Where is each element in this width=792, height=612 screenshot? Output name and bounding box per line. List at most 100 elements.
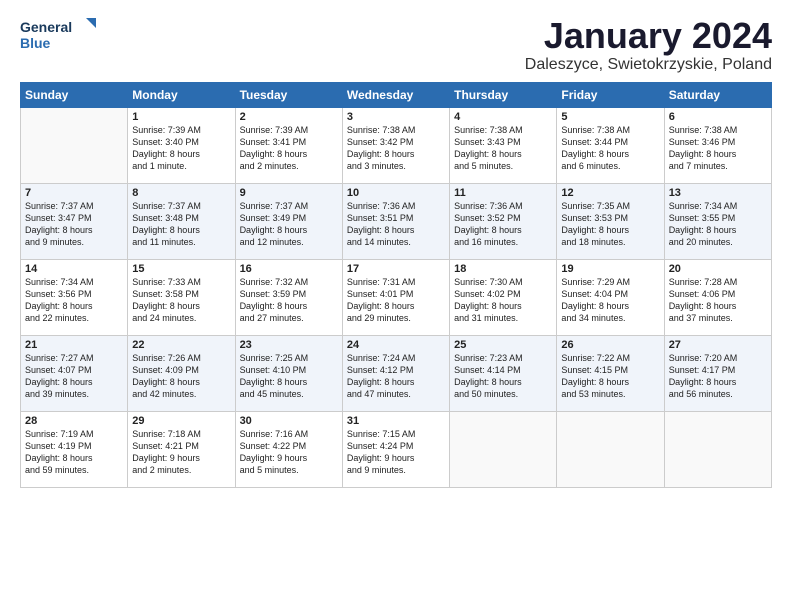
calendar-cell: 13Sunrise: 7:34 AM Sunset: 3:55 PM Dayli… bbox=[664, 183, 771, 259]
calendar-cell: 18Sunrise: 7:30 AM Sunset: 4:02 PM Dayli… bbox=[450, 259, 557, 335]
day-number: 11 bbox=[454, 187, 552, 199]
cell-content: Sunrise: 7:15 AM Sunset: 4:24 PM Dayligh… bbox=[347, 428, 445, 477]
title-area: January 2024 Daleszyce, Swietokrzyskie, … bbox=[525, 16, 772, 74]
cell-content: Sunrise: 7:36 AM Sunset: 3:51 PM Dayligh… bbox=[347, 200, 445, 249]
week-row-4: 21Sunrise: 7:27 AM Sunset: 4:07 PM Dayli… bbox=[21, 335, 772, 411]
calendar-cell: 10Sunrise: 7:36 AM Sunset: 3:51 PM Dayli… bbox=[342, 183, 449, 259]
day-number: 14 bbox=[25, 263, 123, 275]
svg-text:General: General bbox=[20, 19, 72, 35]
day-number: 23 bbox=[240, 339, 338, 351]
week-row-5: 28Sunrise: 7:19 AM Sunset: 4:19 PM Dayli… bbox=[21, 411, 772, 487]
day-number: 3 bbox=[347, 111, 445, 123]
week-row-3: 14Sunrise: 7:34 AM Sunset: 3:56 PM Dayli… bbox=[21, 259, 772, 335]
calendar-cell: 17Sunrise: 7:31 AM Sunset: 4:01 PM Dayli… bbox=[342, 259, 449, 335]
cell-content: Sunrise: 7:35 AM Sunset: 3:53 PM Dayligh… bbox=[561, 200, 659, 249]
day-number: 10 bbox=[347, 187, 445, 199]
cell-content: Sunrise: 7:20 AM Sunset: 4:17 PM Dayligh… bbox=[669, 352, 767, 401]
calendar-cell: 16Sunrise: 7:32 AM Sunset: 3:59 PM Dayli… bbox=[235, 259, 342, 335]
calendar-cell: 11Sunrise: 7:36 AM Sunset: 3:52 PM Dayli… bbox=[450, 183, 557, 259]
cell-content: Sunrise: 7:30 AM Sunset: 4:02 PM Dayligh… bbox=[454, 276, 552, 325]
day-number: 16 bbox=[240, 263, 338, 275]
cell-content: Sunrise: 7:38 AM Sunset: 3:44 PM Dayligh… bbox=[561, 124, 659, 173]
col-tuesday: Tuesday bbox=[235, 82, 342, 107]
header-row: General Blue January 2024 Daleszyce, Swi… bbox=[20, 16, 772, 74]
calendar-cell: 24Sunrise: 7:24 AM Sunset: 4:12 PM Dayli… bbox=[342, 335, 449, 411]
day-number: 6 bbox=[669, 111, 767, 123]
cell-content: Sunrise: 7:34 AM Sunset: 3:56 PM Dayligh… bbox=[25, 276, 123, 325]
day-number: 31 bbox=[347, 415, 445, 427]
calendar-cell bbox=[664, 411, 771, 487]
month-title: January 2024 bbox=[525, 16, 772, 56]
page: General Blue January 2024 Daleszyce, Swi… bbox=[0, 0, 792, 498]
col-wednesday: Wednesday bbox=[342, 82, 449, 107]
calendar-cell: 28Sunrise: 7:19 AM Sunset: 4:19 PM Dayli… bbox=[21, 411, 128, 487]
cell-content: Sunrise: 7:27 AM Sunset: 4:07 PM Dayligh… bbox=[25, 352, 123, 401]
calendar-cell: 8Sunrise: 7:37 AM Sunset: 3:48 PM Daylig… bbox=[128, 183, 235, 259]
logo: General Blue bbox=[20, 16, 100, 56]
cell-content: Sunrise: 7:37 AM Sunset: 3:48 PM Dayligh… bbox=[132, 200, 230, 249]
cell-content: Sunrise: 7:19 AM Sunset: 4:19 PM Dayligh… bbox=[25, 428, 123, 477]
day-number: 18 bbox=[454, 263, 552, 275]
calendar-cell: 22Sunrise: 7:26 AM Sunset: 4:09 PM Dayli… bbox=[128, 335, 235, 411]
day-number: 25 bbox=[454, 339, 552, 351]
calendar-cell: 15Sunrise: 7:33 AM Sunset: 3:58 PM Dayli… bbox=[128, 259, 235, 335]
calendar-cell bbox=[21, 107, 128, 183]
col-sunday: Sunday bbox=[21, 82, 128, 107]
calendar-cell: 19Sunrise: 7:29 AM Sunset: 4:04 PM Dayli… bbox=[557, 259, 664, 335]
calendar-cell: 21Sunrise: 7:27 AM Sunset: 4:07 PM Dayli… bbox=[21, 335, 128, 411]
calendar-cell: 3Sunrise: 7:38 AM Sunset: 3:42 PM Daylig… bbox=[342, 107, 449, 183]
day-number: 19 bbox=[561, 263, 659, 275]
day-number: 24 bbox=[347, 339, 445, 351]
cell-content: Sunrise: 7:36 AM Sunset: 3:52 PM Dayligh… bbox=[454, 200, 552, 249]
cell-content: Sunrise: 7:24 AM Sunset: 4:12 PM Dayligh… bbox=[347, 352, 445, 401]
day-number: 28 bbox=[25, 415, 123, 427]
calendar-cell: 26Sunrise: 7:22 AM Sunset: 4:15 PM Dayli… bbox=[557, 335, 664, 411]
calendar-cell: 12Sunrise: 7:35 AM Sunset: 3:53 PM Dayli… bbox=[557, 183, 664, 259]
day-number: 15 bbox=[132, 263, 230, 275]
calendar-cell: 27Sunrise: 7:20 AM Sunset: 4:17 PM Dayli… bbox=[664, 335, 771, 411]
cell-content: Sunrise: 7:26 AM Sunset: 4:09 PM Dayligh… bbox=[132, 352, 230, 401]
cell-content: Sunrise: 7:32 AM Sunset: 3:59 PM Dayligh… bbox=[240, 276, 338, 325]
calendar-cell: 14Sunrise: 7:34 AM Sunset: 3:56 PM Dayli… bbox=[21, 259, 128, 335]
day-number: 8 bbox=[132, 187, 230, 199]
day-number: 27 bbox=[669, 339, 767, 351]
cell-content: Sunrise: 7:31 AM Sunset: 4:01 PM Dayligh… bbox=[347, 276, 445, 325]
cell-content: Sunrise: 7:37 AM Sunset: 3:49 PM Dayligh… bbox=[240, 200, 338, 249]
day-number: 12 bbox=[561, 187, 659, 199]
calendar-cell: 25Sunrise: 7:23 AM Sunset: 4:14 PM Dayli… bbox=[450, 335, 557, 411]
day-number: 7 bbox=[25, 187, 123, 199]
day-number: 22 bbox=[132, 339, 230, 351]
day-number: 13 bbox=[669, 187, 767, 199]
cell-content: Sunrise: 7:18 AM Sunset: 4:21 PM Dayligh… bbox=[132, 428, 230, 477]
cell-content: Sunrise: 7:39 AM Sunset: 3:40 PM Dayligh… bbox=[132, 124, 230, 173]
cell-content: Sunrise: 7:33 AM Sunset: 3:58 PM Dayligh… bbox=[132, 276, 230, 325]
cell-content: Sunrise: 7:38 AM Sunset: 3:42 PM Dayligh… bbox=[347, 124, 445, 173]
day-number: 9 bbox=[240, 187, 338, 199]
logo-svg: General Blue bbox=[20, 16, 100, 56]
cell-content: Sunrise: 7:25 AM Sunset: 4:10 PM Dayligh… bbox=[240, 352, 338, 401]
calendar-cell: 4Sunrise: 7:38 AM Sunset: 3:43 PM Daylig… bbox=[450, 107, 557, 183]
day-number: 29 bbox=[132, 415, 230, 427]
cell-content: Sunrise: 7:38 AM Sunset: 3:43 PM Dayligh… bbox=[454, 124, 552, 173]
cell-content: Sunrise: 7:39 AM Sunset: 3:41 PM Dayligh… bbox=[240, 124, 338, 173]
cell-content: Sunrise: 7:23 AM Sunset: 4:14 PM Dayligh… bbox=[454, 352, 552, 401]
day-number: 2 bbox=[240, 111, 338, 123]
calendar-cell: 6Sunrise: 7:38 AM Sunset: 3:46 PM Daylig… bbox=[664, 107, 771, 183]
col-friday: Friday bbox=[557, 82, 664, 107]
day-number: 17 bbox=[347, 263, 445, 275]
day-number: 20 bbox=[669, 263, 767, 275]
col-monday: Monday bbox=[128, 82, 235, 107]
week-row-1: 1Sunrise: 7:39 AM Sunset: 3:40 PM Daylig… bbox=[21, 107, 772, 183]
cell-content: Sunrise: 7:28 AM Sunset: 4:06 PM Dayligh… bbox=[669, 276, 767, 325]
calendar-cell: 2Sunrise: 7:39 AM Sunset: 3:41 PM Daylig… bbox=[235, 107, 342, 183]
cell-content: Sunrise: 7:34 AM Sunset: 3:55 PM Dayligh… bbox=[669, 200, 767, 249]
day-number: 5 bbox=[561, 111, 659, 123]
cell-content: Sunrise: 7:38 AM Sunset: 3:46 PM Dayligh… bbox=[669, 124, 767, 173]
svg-text:Blue: Blue bbox=[20, 35, 51, 51]
week-row-2: 7Sunrise: 7:37 AM Sunset: 3:47 PM Daylig… bbox=[21, 183, 772, 259]
calendar-cell: 5Sunrise: 7:38 AM Sunset: 3:44 PM Daylig… bbox=[557, 107, 664, 183]
header-row-days: Sunday Monday Tuesday Wednesday Thursday… bbox=[21, 82, 772, 107]
calendar-cell bbox=[450, 411, 557, 487]
day-number: 26 bbox=[561, 339, 659, 351]
calendar-cell: 23Sunrise: 7:25 AM Sunset: 4:10 PM Dayli… bbox=[235, 335, 342, 411]
